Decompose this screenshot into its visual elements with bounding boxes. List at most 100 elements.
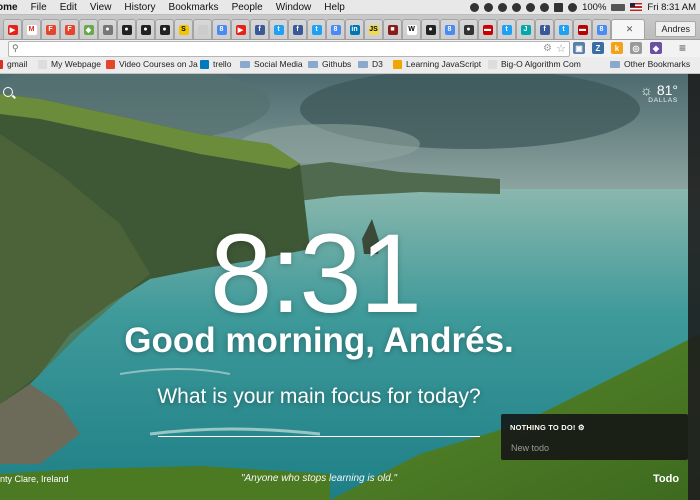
tab-google-4[interactable]: 8 <box>592 19 611 39</box>
stop-tray-icon[interactable] <box>498 2 508 12</box>
tab-github-1[interactable]: ● <box>117 19 136 39</box>
battery-icon[interactable] <box>611 3 626 11</box>
chrome-menu-icon[interactable]: ≡ <box>679 41 686 55</box>
bluetooth-tray-icon[interactable] <box>554 2 564 12</box>
settings-gear-icon[interactable]: ⚙ <box>543 42 552 56</box>
menu-help[interactable]: Help <box>324 2 345 13</box>
menubar-clock[interactable]: Fri 8:31 AM <box>647 2 696 13</box>
menu-history[interactable]: History <box>124 2 155 13</box>
github-icon: ● <box>159 24 170 35</box>
bookmark-label: Video Courses on Ja <box>119 59 198 69</box>
tab-twitter-3[interactable]: t <box>497 19 516 39</box>
daily-quote[interactable]: "Anyone who stops learning is old." <box>0 473 638 484</box>
settings-gear-icon[interactable]: ⚙ <box>578 423 585 432</box>
bookmark-gmail[interactable]: gmail <box>0 59 27 69</box>
leaf-icon: ◆ <box>83 24 94 35</box>
input-flag-icon[interactable] <box>630 3 643 11</box>
tab-youtube[interactable]: ▶ <box>3 19 22 39</box>
google-icon: 8 <box>330 24 341 35</box>
tab-j[interactable]: J <box>516 19 535 39</box>
tab-facebook-1[interactable]: f <box>250 19 269 39</box>
dropbox-tray-icon[interactable] <box>484 2 494 12</box>
menu-file[interactable]: File <box>31 2 47 13</box>
status-tray: 100% Fri 8:31 AM <box>470 0 696 14</box>
clock-time: 8:31 <box>210 211 422 336</box>
tab-google-2[interactable]: 8 <box>326 19 345 39</box>
bookmark-folder-social-media[interactable]: Social Media <box>240 59 303 69</box>
time-machine-tray-icon[interactable] <box>540 2 550 12</box>
profile-button[interactable]: Andres <box>655 21 696 37</box>
tab-facebook-2[interactable]: f <box>288 19 307 39</box>
glasses-tray-icon[interactable] <box>526 2 536 12</box>
tab-google-1[interactable]: 8 <box>212 19 231 39</box>
search-icon[interactable] <box>3 87 13 97</box>
tab-twitter-4[interactable]: t <box>554 19 573 39</box>
cloud-tray-icon[interactable] <box>512 2 522 12</box>
tab-leaf[interactable]: ◆ <box>79 19 98 39</box>
tab-github-3[interactable]: ● <box>155 19 174 39</box>
page-icon <box>488 59 497 69</box>
facebook-icon: f <box>539 24 550 35</box>
tab-youtube-2[interactable]: ▶ <box>231 19 250 39</box>
menu-edit[interactable]: Edit <box>60 2 77 13</box>
gmail-icon <box>0 59 3 69</box>
tab-avatar[interactable]: ● <box>98 19 117 39</box>
tab-wikipedia[interactable]: W <box>402 19 421 39</box>
menu-bookmarks[interactable]: Bookmarks <box>169 2 219 13</box>
extension-purple-icon[interactable]: ◆ <box>650 42 662 54</box>
tab-gmail[interactable]: M <box>22 19 41 39</box>
tab-js[interactable]: JS <box>364 19 383 39</box>
tab-frontend-masters-2[interactable]: F <box>60 19 79 39</box>
twitter-icon: t <box>311 24 322 35</box>
tab-facebook-3[interactable]: f <box>535 19 554 39</box>
extension-photo-icon[interactable]: ▣ <box>573 42 585 54</box>
tab-twitter-1[interactable]: t <box>269 19 288 39</box>
tab-docs[interactable] <box>193 19 212 39</box>
weather-widget[interactable]: ☼ 81° DALLAS <box>640 82 678 104</box>
bookmark-star-icon[interactable]: ☆ <box>556 42 566 56</box>
bookmark-label: gmail <box>7 59 28 69</box>
tab-twitter-2[interactable]: t <box>307 19 326 39</box>
extension-k-icon[interactable]: k <box>611 42 623 54</box>
bookmark-my-webpage[interactable]: My Webpage <box>38 59 101 69</box>
tab-frontend-masters[interactable]: F <box>41 19 60 39</box>
youtube-icon: ▶ <box>7 24 18 35</box>
bookmark-big-o[interactable]: Big-O Algorithm Com <box>488 59 581 69</box>
tab-github-4[interactable]: ● <box>421 19 440 39</box>
bookmark-folder-d3[interactable]: D3 <box>358 59 383 69</box>
tab-red[interactable]: ▬ <box>478 19 497 39</box>
google-icon: 8 <box>216 24 227 35</box>
menubar-app-name[interactable]: ome <box>0 2 18 13</box>
bookmark-folder-githubs[interactable]: Githubs <box>308 59 351 69</box>
bookmark-trello[interactable]: trello <box>200 59 231 69</box>
extension-z-icon[interactable]: Z <box>592 42 604 54</box>
menu-people[interactable]: People <box>232 2 263 13</box>
book-icon: ■ <box>387 24 398 35</box>
new-todo-input[interactable] <box>509 440 683 456</box>
bookmark-label: Learning JavaScript <box>406 59 482 69</box>
wifi-tray-icon[interactable] <box>568 2 578 12</box>
todo-toggle-button[interactable]: Todo <box>653 473 679 485</box>
tab-red-2[interactable]: ▬ <box>573 19 592 39</box>
bookmark-video-courses[interactable]: Video Courses on Ja <box>106 59 198 69</box>
omnibox[interactable]: ⚲ ⚙ ☆ <box>8 41 570 57</box>
bookmark-learning-javascript[interactable]: Learning JavaScript <box>393 59 481 69</box>
menubar: ome File Edit View History Bookmarks Peo… <box>0 0 700 15</box>
bookmark-other-bookmarks[interactable]: Other Bookmarks <box>610 59 690 69</box>
page-icon: ▬ <box>577 24 588 35</box>
tab-google-3[interactable]: 8 <box>440 19 459 39</box>
close-tab-icon[interactable]: ✕ <box>626 24 634 35</box>
focus-input[interactable] <box>158 412 484 438</box>
tab-wiki-book[interactable]: ■ <box>383 19 402 39</box>
tab-linkedin[interactable]: in <box>345 19 364 39</box>
weather-city: DALLAS <box>648 97 678 104</box>
tab-momentum-active[interactable]: ✕ <box>611 19 645 39</box>
menu-view[interactable]: View <box>90 2 112 13</box>
github-tray-icon[interactable] <box>470 2 480 12</box>
weather-temperature: 81° <box>656 82 678 98</box>
tab-s[interactable]: S <box>174 19 193 39</box>
menu-window[interactable]: Window <box>276 2 312 13</box>
extension-refresh-icon[interactable]: ◎ <box>630 42 642 54</box>
tab-dark[interactable]: ● <box>459 19 478 39</box>
tab-github-2[interactable]: ● <box>136 19 155 39</box>
